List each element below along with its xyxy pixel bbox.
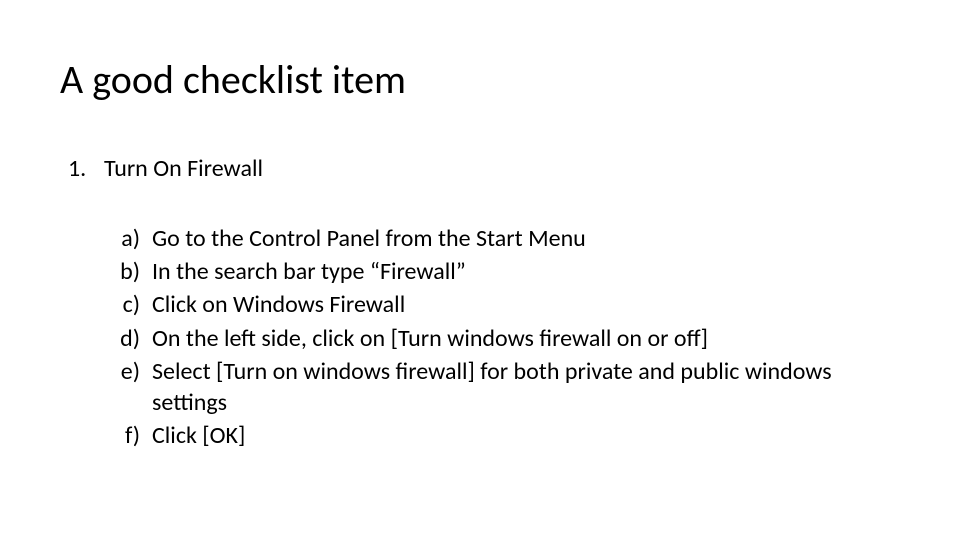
step-text: On the left side, click on [Turn windows… (152, 323, 872, 354)
step-marker: c) (110, 289, 152, 320)
step-text: Click [OK] (152, 420, 872, 451)
list-number-marker: 1. (68, 154, 104, 183)
list-item: a) Go to the Control Panel from the Star… (110, 223, 900, 254)
step-marker: b) (110, 256, 152, 287)
step-marker: f) (110, 420, 152, 451)
step-marker: e) (110, 356, 152, 418)
list-item: f) Click [OK] (110, 420, 900, 451)
step-text: Click on Windows Firewall (152, 289, 872, 320)
step-marker: d) (110, 323, 152, 354)
step-text: Go to the Control Panel from the Start M… (152, 223, 872, 254)
step-text: In the search bar type “Firewall” (152, 256, 872, 287)
checklist-item-heading: Turn On Firewall (104, 154, 263, 183)
list-item: c) Click on Windows Firewall (110, 289, 900, 320)
list-item: e) Select [Turn on windows firewall] for… (110, 356, 900, 418)
page-title: A good checklist item (60, 55, 900, 104)
step-list: a) Go to the Control Panel from the Star… (60, 223, 900, 451)
step-text: Select [Turn on windows firewall] for bo… (152, 356, 872, 418)
list-item: d) On the left side, click on [Turn wind… (110, 323, 900, 354)
step-marker: a) (110, 223, 152, 254)
list-item: b) In the search bar type “Firewall” (110, 256, 900, 287)
checklist-item: 1. Turn On Firewall (60, 154, 900, 183)
